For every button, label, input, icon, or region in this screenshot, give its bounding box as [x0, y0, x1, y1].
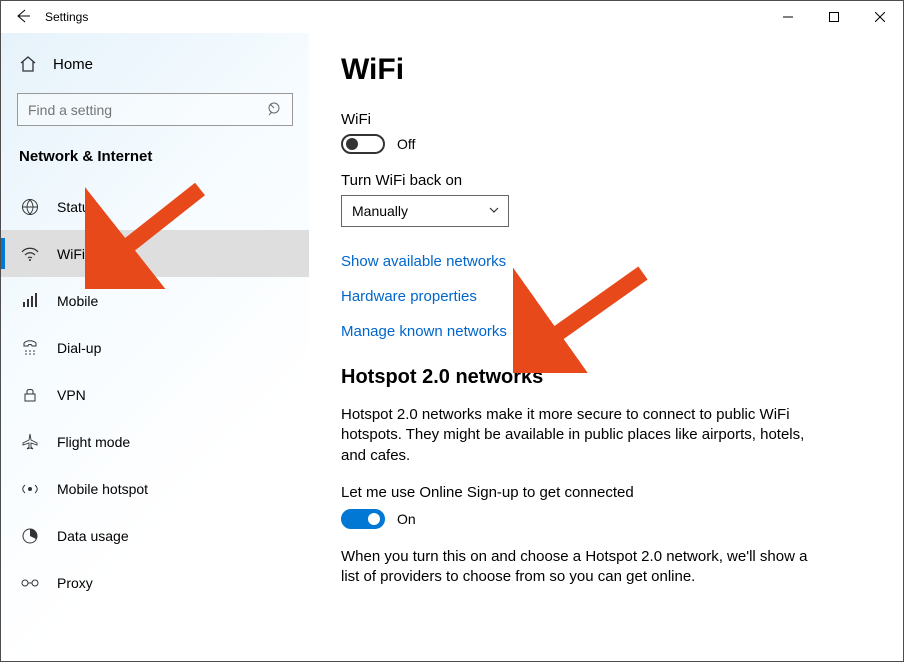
home-label: Home: [53, 56, 93, 73]
wifi-toggle-state: Off: [397, 136, 415, 152]
online-signup-state: On: [397, 511, 416, 527]
main-content: WiFi WiFi Off Turn WiFi back on Manually…: [309, 33, 903, 661]
chevron-down-icon: [488, 203, 500, 219]
dialup-icon: [21, 339, 39, 357]
hotspot-description: Hotspot 2.0 networks make it more secure…: [341, 405, 821, 466]
sidebar-item-label: VPN: [57, 387, 86, 403]
close-button[interactable]: [857, 1, 903, 33]
sidebar-item-proxy[interactable]: Proxy: [1, 559, 309, 606]
home-icon: [19, 55, 37, 73]
link-manage-networks[interactable]: Manage known networks: [341, 323, 871, 340]
titlebar: Settings: [1, 1, 903, 33]
sidebar-item-label: Mobile: [57, 293, 98, 309]
sidebar-item-label: Dial-up: [57, 340, 101, 356]
sidebar-item-wifi[interactable]: WiFi: [1, 230, 309, 277]
online-signup-description: When you turn this on and choose a Hotsp…: [341, 547, 821, 588]
sidebar-item-label: WiFi: [57, 246, 85, 262]
page-heading: WiFi: [341, 53, 871, 87]
link-show-networks[interactable]: Show available networks: [341, 253, 871, 270]
vpn-icon: [21, 386, 39, 404]
category-title: Network & Internet: [1, 148, 309, 183]
turn-back-select[interactable]: Manually: [341, 195, 509, 227]
sidebar-item-label: Proxy: [57, 575, 93, 591]
sidebar-item-label: Mobile hotspot: [57, 481, 148, 497]
status-icon: [21, 198, 39, 216]
wifi-icon: [21, 245, 39, 263]
turn-back-value: Manually: [352, 203, 408, 219]
home-button[interactable]: Home: [1, 45, 309, 93]
sidebar-item-flight-mode[interactable]: Flight mode: [1, 418, 309, 465]
search-input[interactable]: [17, 93, 293, 126]
hotspot-icon: [21, 480, 39, 498]
sidebar-item-label: Data usage: [57, 528, 129, 544]
window-title: Settings: [45, 10, 88, 24]
airplane-icon: [21, 433, 39, 451]
maximize-button[interactable]: [811, 1, 857, 33]
data-icon: [21, 527, 39, 545]
wifi-toggle[interactable]: [341, 134, 385, 154]
settings-window: Settings Home: [0, 0, 904, 662]
sidebar-item-data-usage[interactable]: Data usage: [1, 512, 309, 559]
sidebar-item-mobile[interactable]: Mobile: [1, 277, 309, 324]
online-signup-toggle[interactable]: [341, 509, 385, 529]
search-icon: [267, 101, 283, 120]
sidebar-item-label: Status: [57, 199, 97, 215]
proxy-icon: [21, 574, 39, 592]
sidebar-item-label: Flight mode: [57, 434, 130, 450]
hotspot-heading: Hotspot 2.0 networks: [341, 366, 871, 389]
link-hardware-properties[interactable]: Hardware properties: [341, 288, 871, 305]
back-icon[interactable]: [15, 8, 31, 27]
turn-back-label: Turn WiFi back on: [341, 172, 871, 189]
sidebar-item-mobile-hotspot[interactable]: Mobile hotspot: [1, 465, 309, 512]
sidebar-item-dialup[interactable]: Dial-up: [1, 324, 309, 371]
sidebar: Home Network & Internet Status: [1, 33, 309, 661]
sidebar-item-status[interactable]: Status: [1, 183, 309, 230]
mobile-icon: [21, 292, 39, 310]
wifi-label: WiFi: [341, 111, 871, 128]
sidebar-item-vpn[interactable]: VPN: [1, 371, 309, 418]
minimize-button[interactable]: [765, 1, 811, 33]
online-signup-label: Let me use Online Sign-up to get connect…: [341, 484, 871, 501]
